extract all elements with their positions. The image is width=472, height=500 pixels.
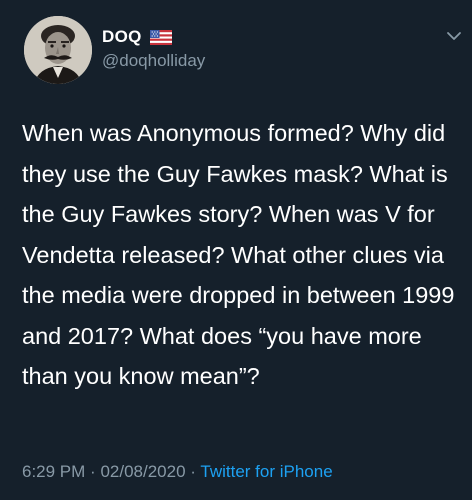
tweet-date[interactable]: 02/08/2020 (100, 462, 185, 481)
tweet-metadata: 6:29 PM · 02/08/2020 · Twitter for iPhon… (22, 462, 333, 482)
tweet-time[interactable]: 6:29 PM (22, 462, 85, 481)
tweet-source-link[interactable]: Twitter for iPhone (200, 462, 332, 481)
author-handle[interactable]: @doqholliday (102, 51, 205, 71)
meta-separator: · (90, 462, 96, 481)
chevron-down-icon[interactable] (446, 30, 462, 42)
us-flag-icon (149, 29, 172, 45)
author-name-row: DOQ (102, 27, 172, 47)
meta-separator: · (190, 462, 196, 481)
tweet-card: DOQ @doqholliday When was Anonymous form… (0, 0, 472, 500)
mustached-man-portrait-icon (24, 16, 92, 84)
author-avatar[interactable] (24, 16, 92, 84)
author-display-name[interactable]: DOQ (102, 27, 142, 47)
tweet-text: When was Anonymous formed? Why did they … (22, 120, 455, 389)
